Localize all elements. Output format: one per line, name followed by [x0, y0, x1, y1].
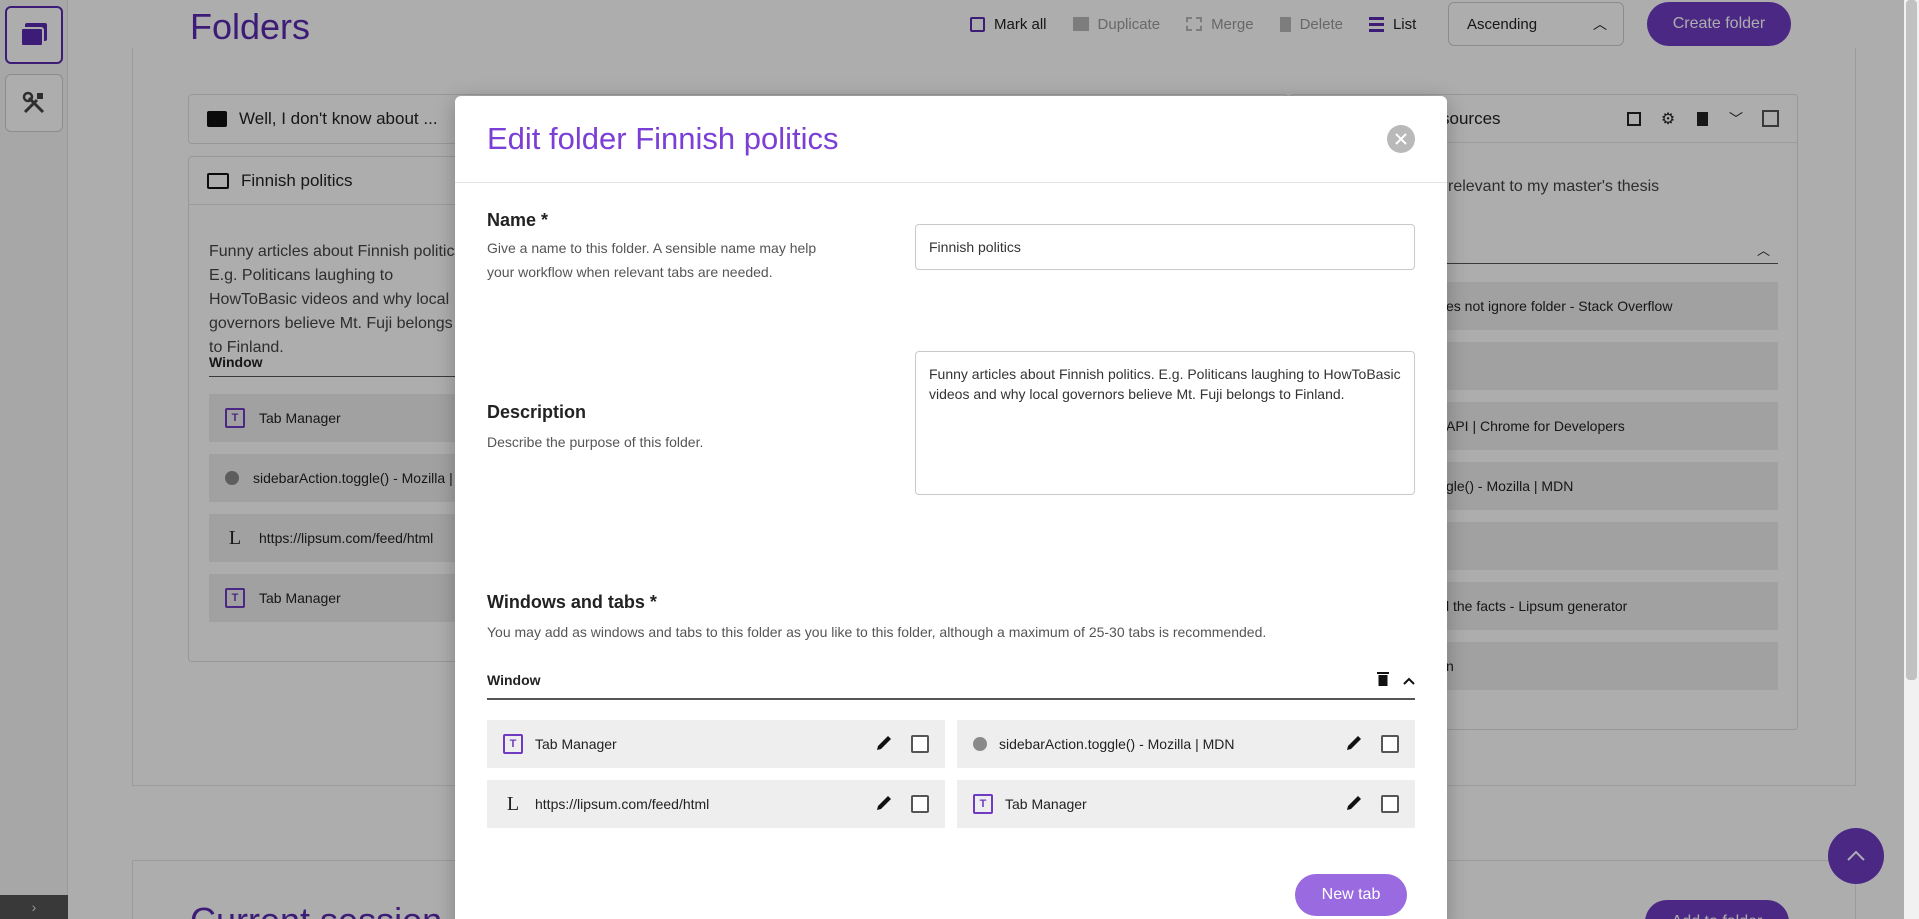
tab-manager-icon: T [973, 794, 993, 814]
modal-header: Edit folder Finnish politics [455, 96, 1447, 183]
tab-row[interactable]: T Tab Manager [487, 720, 945, 768]
tab-checkbox[interactable] [1381, 735, 1399, 753]
edit-tab-button[interactable] [875, 734, 893, 755]
trash-icon [1377, 672, 1389, 686]
new-tab-button[interactable]: New tab [1295, 874, 1407, 916]
pencil-icon [877, 795, 891, 810]
collapse-window-button[interactable] [1403, 672, 1415, 688]
chevron-up-icon [1403, 677, 1415, 685]
edit-tab-button[interactable] [1345, 734, 1363, 755]
name-help: Give a name to this folder. A sensible n… [487, 240, 817, 280]
description-help: Describe the purpose of this folder. [487, 434, 704, 450]
tab-checkbox[interactable] [1381, 795, 1399, 813]
window-header: Window [487, 662, 1415, 700]
description-label: Description [487, 402, 587, 422]
close-icon [1395, 133, 1407, 145]
description-textarea[interactable]: Funny articles about Finnish politics. E… [915, 351, 1415, 495]
windows-help: You may add as windows and tabs to this … [487, 624, 1267, 640]
window-label: Window [487, 672, 541, 688]
name-input[interactable] [915, 224, 1415, 270]
modal-title: Edit folder Finnish politics [487, 121, 839, 156]
edit-tab-button[interactable] [1345, 794, 1363, 815]
tab-row[interactable]: L https://lipsum.com/feed/html [487, 780, 945, 828]
name-label: Name * [487, 210, 549, 230]
tab-row[interactable]: T Tab Manager [957, 780, 1415, 828]
tab-manager-icon: T [503, 734, 523, 754]
lipsum-icon: L [506, 792, 520, 815]
edit-folder-modal: Edit folder Finnish politics Name * Give… [455, 96, 1447, 919]
windows-label: Windows and tabs * [487, 592, 657, 612]
close-button[interactable] [1387, 125, 1415, 153]
globe-icon [973, 737, 987, 751]
pencil-icon [877, 735, 891, 750]
page-scrollbar[interactable] [1904, 0, 1919, 919]
tab-checkbox[interactable] [911, 795, 929, 813]
edit-tab-button[interactable] [875, 794, 893, 815]
pencil-icon [1347, 735, 1361, 750]
tab-row[interactable]: sidebarAction.toggle() - Mozilla | MDN [957, 720, 1415, 768]
tab-checkbox[interactable] [911, 735, 929, 753]
delete-window-button[interactable] [1377, 671, 1389, 689]
pencil-icon [1347, 795, 1361, 810]
scrollbar-thumb[interactable] [1906, 0, 1917, 680]
